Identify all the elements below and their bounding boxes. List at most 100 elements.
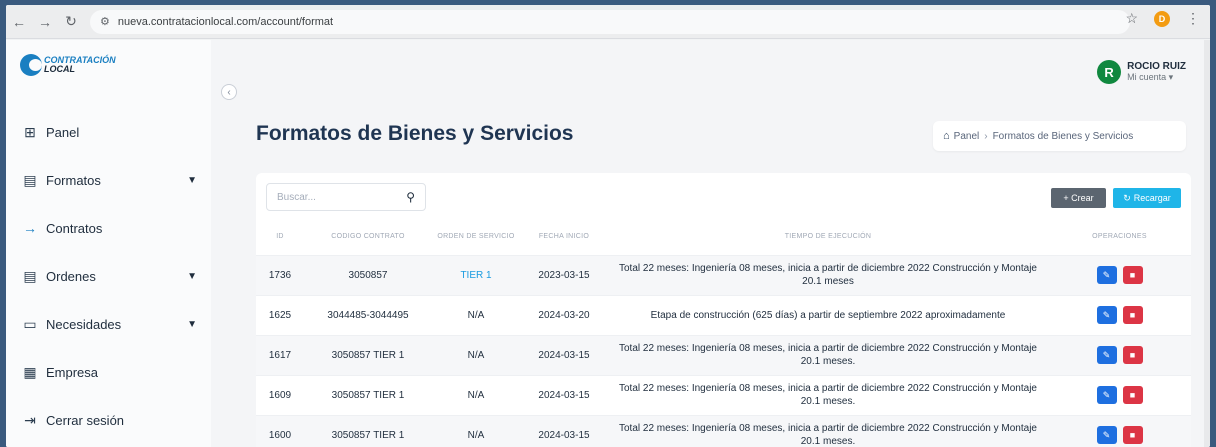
- cell-tiempo: Total 22 meses: Ingeniería 08 meses, ini…: [608, 374, 1048, 415]
- delete-icon[interactable]: ■: [1122, 386, 1143, 404]
- browser-actions: ☆ D ⋮: [1125, 10, 1200, 27]
- recargar-button[interactable]: ↻ Recargar: [1113, 188, 1181, 208]
- edit-icon[interactable]: ✎: [1096, 346, 1117, 364]
- sidebar-item-contratos[interactable]: → Contratos: [20, 204, 205, 252]
- user-info: ROCIO RUIZ Mi cuenta ▾: [1127, 61, 1186, 83]
- table-row: 1609 3050857 TIER 1 N/A 2024-03-15 Total…: [256, 374, 1191, 415]
- briefcase-icon: ▭: [23, 315, 37, 332]
- cell-orden-link[interactable]: TIER 1: [432, 254, 520, 295]
- cell-orden: N/A: [432, 294, 520, 335]
- sidebar-item-cerrar-sesion[interactable]: ⇥ Cerrar sesión: [20, 396, 205, 444]
- user-name: ROCIO RUIZ: [1127, 61, 1186, 72]
- delete-icon[interactable]: ■: [1122, 266, 1143, 284]
- column-header-codigo[interactable]: CODIGO CONTRATO: [304, 219, 432, 255]
- search-input[interactable]: Buscar... ⚲: [266, 183, 426, 211]
- page-title: Formatos de Bienes y Servicios: [256, 122, 574, 145]
- delete-icon[interactable]: ■: [1122, 426, 1143, 445]
- logo-mark-icon: [20, 54, 42, 76]
- cell-orden: N/A: [432, 374, 520, 415]
- edit-icon[interactable]: ✎: [1096, 266, 1117, 284]
- edit-icon[interactable]: ✎: [1096, 306, 1117, 324]
- cell-fecha: 2024-03-15: [520, 414, 608, 447]
- clipboard-icon: ▤: [23, 267, 37, 284]
- clipboard-icon: ▤: [23, 171, 37, 188]
- delete-icon[interactable]: ■: [1122, 346, 1143, 364]
- chevron-down-icon[interactable]: ▼: [187, 271, 197, 282]
- app-page: CONTRATACIÓN LOCAL ⊞ Panel ▤ Formatos ▼ …: [6, 40, 1210, 447]
- sidebar-item-empresa[interactable]: ▦ Empresa: [20, 348, 205, 396]
- cell-operaciones: ✎ ■: [1048, 334, 1191, 375]
- building-icon: ▦: [23, 363, 37, 380]
- cell-operaciones: ✎ ■: [1048, 374, 1191, 415]
- cell-orden: N/A: [432, 414, 520, 447]
- column-header-orden[interactable]: ORDEN DE SERVICIO: [432, 219, 520, 255]
- cell-fecha: 2023-03-15: [520, 254, 608, 295]
- chevron-down-icon[interactable]: ▼: [187, 175, 197, 186]
- breadcrumb-home[interactable]: Panel: [954, 131, 980, 142]
- delete-icon[interactable]: ■: [1122, 306, 1143, 324]
- crear-button[interactable]: + Crear: [1051, 188, 1106, 208]
- refresh-icon: ↻: [1123, 192, 1131, 203]
- app-logo[interactable]: CONTRATACIÓN LOCAL: [20, 54, 116, 76]
- cell-id: 1600: [256, 414, 304, 447]
- breadcrumb: ⌂ Panel › Formatos de Bienes y Servicios: [933, 121, 1186, 151]
- edit-icon[interactable]: ✎: [1096, 426, 1117, 445]
- sidebar-item-label: Panel: [46, 124, 80, 140]
- formats-card: Buscar... ⚲ + Crear ↻ Recargar ID CODIGO…: [256, 173, 1191, 447]
- sidebar-item-label: Contratos: [46, 220, 103, 236]
- forward-icon[interactable]: →: [32, 9, 58, 35]
- column-header-id[interactable]: ID: [256, 219, 304, 255]
- cell-operaciones: ✎ ■: [1048, 414, 1191, 447]
- browser-toolbar: ← → ↻ ⚙ nueva.contratacionlocal.com/acco…: [6, 5, 1210, 39]
- sidebar-item-label: Formatos: [46, 172, 101, 188]
- reload-icon[interactable]: ↻: [58, 9, 84, 35]
- sidebar: CONTRATACIÓN LOCAL ⊞ Panel ▤ Formatos ▼ …: [6, 40, 211, 447]
- sidebar-collapse-button[interactable]: ‹: [221, 84, 237, 100]
- column-header-fecha[interactable]: FECHA INICIO: [520, 219, 608, 255]
- browser-window: ← → ↻ ⚙ nueva.contratacionlocal.com/acco…: [6, 5, 1210, 447]
- sidebar-item-label: Cerrar sesión: [46, 412, 125, 428]
- menu-kebab-icon[interactable]: ⋮: [1186, 10, 1200, 27]
- edit-icon[interactable]: ✎: [1096, 386, 1117, 404]
- home-icon[interactable]: ⌂: [943, 130, 950, 142]
- address-bar[interactable]: ⚙ nueva.contratacionlocal.com/account/fo…: [90, 9, 1130, 34]
- logo-line2: LOCAL: [44, 64, 75, 74]
- cell-fecha: 2024-03-15: [520, 374, 608, 415]
- column-header-tiempo[interactable]: TIEMPO DE EJECUCIÓN: [608, 219, 1048, 255]
- cell-id: 1609: [256, 374, 304, 415]
- chevron-down-icon[interactable]: ▼: [187, 319, 197, 330]
- user-menu[interactable]: R ROCIO RUIZ Mi cuenta ▾: [1097, 60, 1186, 84]
- cell-fecha: 2024-03-20: [520, 294, 608, 335]
- my-account-dropdown[interactable]: Mi cuenta ▾: [1127, 72, 1186, 83]
- recargar-label: Recargar: [1133, 193, 1171, 203]
- cell-tiempo: Total 22 meses: Ingeniería 08 meses, ini…: [608, 334, 1048, 375]
- cell-id: 1736: [256, 254, 304, 295]
- sidebar-item-formatos[interactable]: ▤ Formatos ▼: [20, 156, 205, 204]
- site-settings-icon[interactable]: ⚙: [100, 15, 110, 28]
- breadcrumb-current: Formatos de Bienes y Servicios: [992, 130, 1134, 142]
- bookmark-star-icon[interactable]: ☆: [1125, 10, 1138, 27]
- cell-id: 1617: [256, 334, 304, 375]
- logo-text: CONTRATACIÓN LOCAL: [44, 56, 116, 74]
- sidebar-item-label: Empresa: [46, 364, 99, 380]
- back-icon[interactable]: ←: [6, 9, 32, 35]
- search-icon[interactable]: ⚲: [406, 190, 415, 204]
- cell-operaciones: ✎ ■: [1048, 254, 1191, 295]
- table-row: 1600 3050857 TIER 1 N/A 2024-03-15 Total…: [256, 414, 1191, 447]
- sidebar-item-ordenes[interactable]: ▤ Ordenes ▼: [20, 252, 205, 300]
- sidebar-item-necesidades[interactable]: ▭ Necesidades ▼: [20, 300, 205, 348]
- cell-codigo: 3050857 TIER 1: [304, 374, 432, 415]
- grid-icon: ⊞: [24, 123, 36, 140]
- sidebar-item-label: Ordenes: [46, 268, 96, 284]
- profile-avatar[interactable]: D: [1154, 10, 1170, 27]
- cell-operaciones: ✎ ■: [1048, 294, 1191, 335]
- search-placeholder: Buscar...: [277, 191, 316, 203]
- cell-codigo: 3050857: [304, 254, 432, 295]
- cell-codigo: 3050857 TIER 1: [304, 334, 432, 375]
- cell-tiempo: Etapa de construcción (625 días) a parti…: [608, 294, 1048, 335]
- page-scrollbar[interactable]: [1204, 40, 1210, 447]
- sidebar-item-panel[interactable]: ⊞ Panel: [20, 108, 205, 156]
- cell-fecha: 2024-03-15: [520, 334, 608, 375]
- cell-id: 1625: [256, 294, 304, 335]
- table-row: 1625 3044485-3044495 N/A 2024-03-20 Etap…: [256, 294, 1191, 335]
